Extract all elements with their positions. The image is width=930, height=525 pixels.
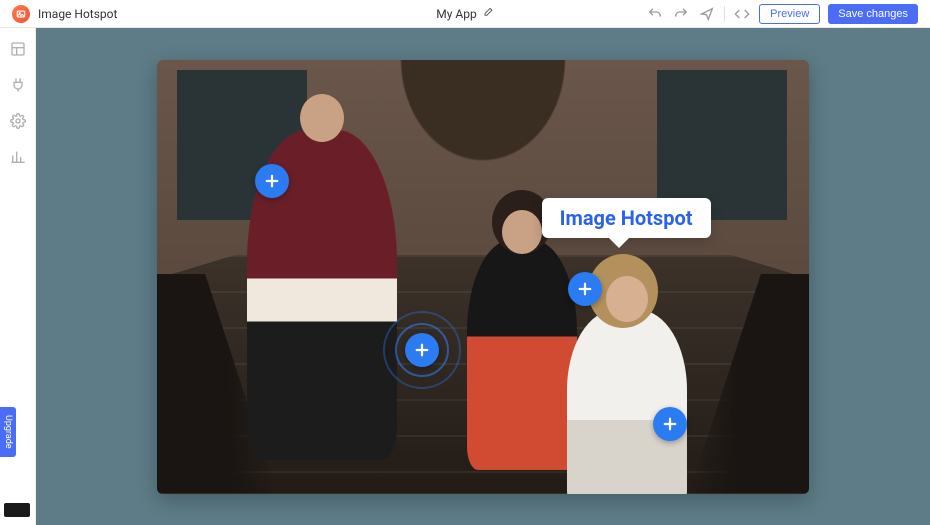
preview-button[interactable]: Preview — [759, 4, 820, 24]
redo-icon[interactable] — [672, 5, 690, 23]
background-photo — [157, 60, 809, 494]
project-name-group[interactable]: My App — [436, 7, 493, 21]
project-name: My App — [436, 7, 476, 21]
hotspot-marker[interactable] — [255, 164, 289, 198]
plug-icon[interactable] — [9, 76, 27, 94]
left-sidebar: Upgrade — [0, 28, 36, 525]
corner-widget[interactable] — [4, 503, 30, 517]
app-logo-icon — [12, 5, 30, 23]
gear-icon[interactable] — [9, 112, 27, 130]
share-icon[interactable] — [698, 5, 716, 23]
hotspot-marker[interactable] — [653, 407, 687, 441]
topbar-right: Preview Save changes — [646, 4, 918, 24]
hotspot-marker[interactable] — [568, 272, 602, 306]
canvas-area: Image Hotspot — [36, 28, 930, 525]
layout-icon[interactable] — [9, 40, 27, 58]
code-icon[interactable] — [733, 5, 751, 23]
divider — [724, 6, 725, 22]
app-title: Image Hotspot — [38, 7, 117, 21]
image-frame[interactable]: Image Hotspot — [157, 60, 809, 494]
undo-icon[interactable] — [646, 5, 664, 23]
upgrade-button[interactable]: Upgrade — [0, 407, 16, 457]
edit-icon[interactable] — [483, 7, 494, 21]
topbar-left: Image Hotspot — [12, 5, 117, 23]
main-area: Upgrade — [0, 28, 930, 525]
save-button[interactable]: Save changes — [828, 4, 918, 24]
top-bar: Image Hotspot My App Preview Save change… — [0, 0, 930, 28]
hotspot-tooltip: Image Hotspot — [542, 198, 711, 238]
hotspot-marker-active[interactable] — [405, 333, 439, 367]
tooltip-text: Image Hotspot — [560, 206, 693, 230]
analytics-icon[interactable] — [9, 148, 27, 166]
